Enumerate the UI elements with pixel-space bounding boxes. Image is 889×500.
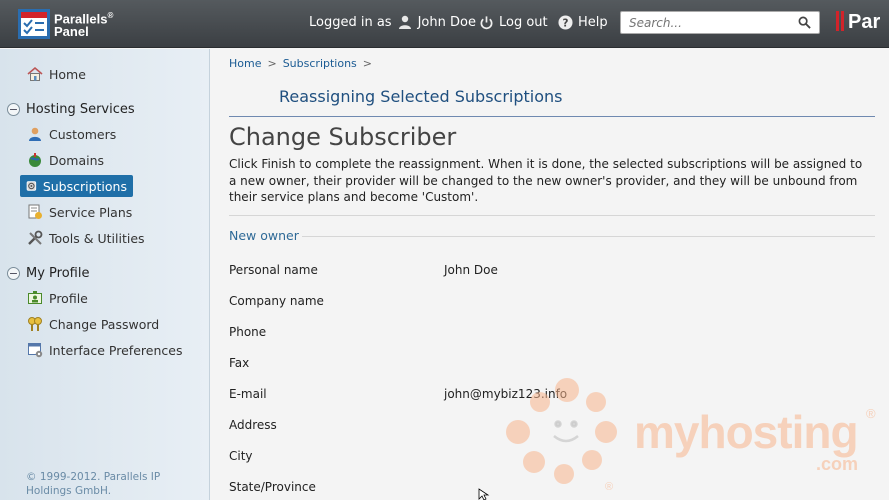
sidebar-item-label: Subscriptions xyxy=(42,178,127,194)
sidebar-item-service-plans[interactable]: Service Plans xyxy=(27,201,132,223)
sidebar-item-domains[interactable]: Domains xyxy=(27,149,104,171)
sidebar-item-interface-preferences[interactable]: Interface Preferences xyxy=(27,339,182,361)
svg-text:?: ? xyxy=(562,17,568,29)
breadcrumb-separator: > xyxy=(267,57,277,70)
collapse-icon[interactable]: − xyxy=(7,102,20,116)
page-title: Change Subscriber xyxy=(229,123,457,151)
sidebar-item-customers[interactable]: Customers xyxy=(27,123,116,145)
field-label-email: E-mail xyxy=(229,387,267,401)
sidebar-item-label: Service Plans xyxy=(49,204,133,220)
section-divider xyxy=(229,215,875,216)
collapse-icon[interactable]: − xyxy=(7,266,20,280)
parallels-bars-icon xyxy=(836,11,846,31)
brand-right-text: Par xyxy=(848,11,881,33)
service-plans-icon xyxy=(28,204,42,219)
sidebar-group-label: Hosting Services xyxy=(26,101,135,117)
field-value-personal-name: John Doe xyxy=(444,263,498,277)
sidebar-item-label: Domains xyxy=(49,152,105,168)
preferences-icon xyxy=(28,343,43,358)
section-heading-new-owner: New owner xyxy=(229,228,299,243)
sidebar-item-label: Tools & Utilities xyxy=(49,230,145,246)
field-label-phone: Phone xyxy=(229,325,267,339)
help-icon: ? xyxy=(557,14,573,30)
sidebar-group-hosting-services[interactable]: − Hosting Services xyxy=(7,98,135,120)
help-button[interactable]: ? Help xyxy=(557,14,608,30)
search-icon[interactable] xyxy=(798,16,811,32)
parallels-logo-icon xyxy=(18,9,50,39)
brand-name: Parallels® Panel xyxy=(54,9,113,38)
sidebar-item-subscriptions[interactable]: Subscriptions xyxy=(20,175,133,197)
brand-line2: Panel xyxy=(54,24,89,40)
home-icon xyxy=(27,66,43,81)
field-value-email: john@mybiz123.info xyxy=(444,387,568,401)
logged-in-label: Logged in as xyxy=(309,14,392,30)
user-name-link[interactable]: John Doe xyxy=(418,15,476,30)
section-heading-line xyxy=(302,236,875,237)
sidebar-item-tools-utilities[interactable]: Tools & Utilities xyxy=(27,227,145,249)
field-label-state-province: State/Province xyxy=(229,480,316,494)
domains-icon xyxy=(29,153,41,167)
key-icon xyxy=(28,317,42,331)
top-header: Parallels® Panel Logged in as John Doe L… xyxy=(0,0,889,48)
watermark-text: myhosting xyxy=(634,406,859,458)
field-label-personal-name: Personal name xyxy=(229,263,318,277)
sidebar-item-label: Interface Preferences xyxy=(49,342,183,358)
sidebar-item-label: Home xyxy=(49,66,86,82)
search-box xyxy=(620,11,820,34)
logout-button[interactable]: Log out xyxy=(478,14,548,30)
sidebar-item-profile[interactable]: Profile xyxy=(27,287,88,309)
sidebar-item-change-password[interactable]: Change Password xyxy=(27,313,159,335)
field-label-city: City xyxy=(229,449,253,463)
field-label-company-name: Company name xyxy=(229,294,324,308)
sidebar-group-my-profile[interactable]: − My Profile xyxy=(7,262,89,284)
brand-reg: ® xyxy=(107,11,114,20)
sidebar-item-home[interactable]: Home xyxy=(27,63,86,85)
parallels-brand-right: Par xyxy=(836,11,880,34)
breadcrumb: Home > Subscriptions > xyxy=(229,57,372,70)
breadcrumb-separator: > xyxy=(362,57,372,70)
power-icon xyxy=(478,14,494,30)
logged-in-as: Logged in as John Doe xyxy=(309,14,476,30)
user-icon xyxy=(397,14,413,30)
sidebar-item-label: Profile xyxy=(49,290,88,306)
subscriptions-icon xyxy=(26,181,37,191)
tools-icon xyxy=(28,230,43,245)
sidebar-item-label: Customers xyxy=(49,126,117,142)
help-label: Help xyxy=(578,14,608,30)
watermark-sub-text: .com xyxy=(816,454,859,474)
field-label-address: Address xyxy=(229,418,277,432)
mouse-cursor-icon xyxy=(478,488,490,500)
customers-icon xyxy=(29,127,41,141)
breadcrumb-home-link[interactable]: Home xyxy=(229,57,261,70)
page-subtitle: Reassigning Selected Subscriptions xyxy=(279,87,563,106)
copyright-text: © 1999-2012. Parallels IP Holdings GmbH. xyxy=(26,471,161,497)
sidebar-group-label: My Profile xyxy=(26,265,90,281)
breadcrumb-subscriptions-link[interactable]: Subscriptions xyxy=(283,57,357,70)
profile-icon xyxy=(28,291,42,304)
logout-label: Log out xyxy=(499,14,548,30)
sidebar-item-label: Change Password xyxy=(49,316,160,332)
title-divider xyxy=(229,116,875,117)
search-input[interactable] xyxy=(621,12,791,33)
field-label-fax: Fax xyxy=(229,356,250,370)
page-description: Click Finish to complete the reassignmen… xyxy=(229,157,863,204)
